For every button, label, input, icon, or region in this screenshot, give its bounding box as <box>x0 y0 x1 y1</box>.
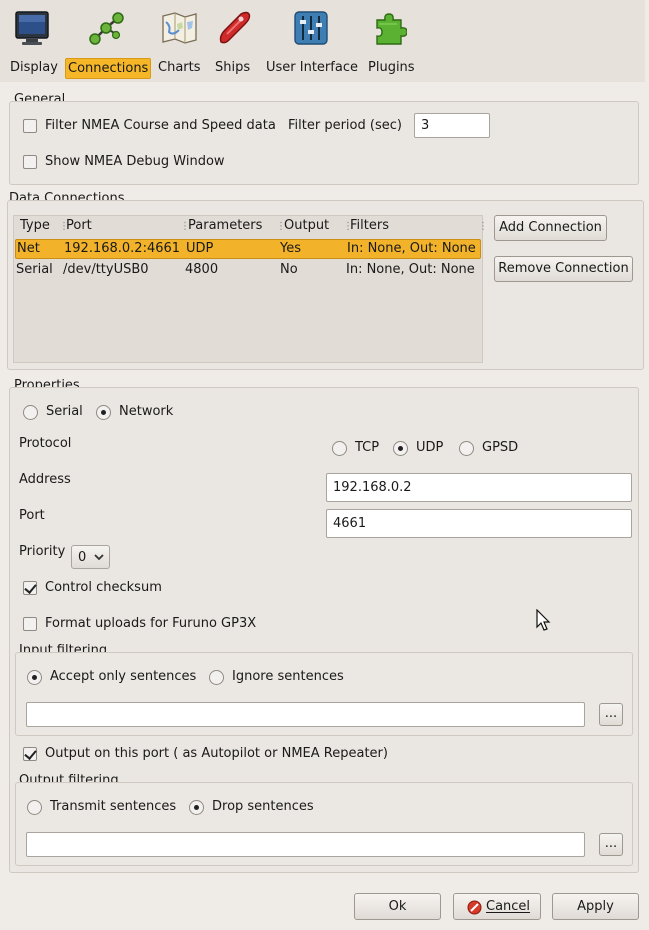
tab-connections[interactable]: Connections <box>65 0 152 82</box>
general-group <box>9 101 639 185</box>
filter-nmea-label: Filter NMEA Course and Speed data <box>45 118 276 133</box>
furuno-checkbox[interactable] <box>23 617 37 631</box>
ignore-sentences-radio[interactable] <box>209 670 224 685</box>
cell-filters: In: None, Out: None <box>346 262 475 277</box>
cell-parameters: 4800 <box>185 262 219 277</box>
tab-label: Ships <box>215 60 251 75</box>
tab-ships[interactable]: Ships <box>213 0 255 82</box>
transmit-sentences-label: Transmit sentences <box>50 799 177 814</box>
tab-label: Display <box>10 60 58 75</box>
priority-label: Priority <box>19 544 66 559</box>
table-row[interactable]: Net 192.168.0.2:4661 UDP Yes In: None, O… <box>15 239 481 259</box>
output-sentences-field[interactable] <box>26 832 585 857</box>
output-on-port-label: Output on this port ( as Autopilot or NM… <box>45 746 388 761</box>
add-connection-button[interactable]: Add Connection <box>494 215 607 241</box>
port-input[interactable] <box>326 509 632 538</box>
drop-sentences-label: Drop sentences <box>212 799 314 814</box>
tab-label: Charts <box>158 60 201 75</box>
cell-type: Net <box>17 241 40 256</box>
column-header-port[interactable]: Port <box>66 218 92 233</box>
protocol-label: Protocol <box>19 436 72 451</box>
cancel-label: Cancel <box>486 899 531 914</box>
filter-period-input[interactable] <box>414 113 490 138</box>
show-debug-label: Show NMEA Debug Window <box>45 154 225 169</box>
protocol-tcp-radio[interactable] <box>332 441 347 456</box>
ignore-sentences-label: Ignore sentences <box>232 669 344 684</box>
column-header-filters[interactable]: Filters <box>350 218 389 233</box>
apply-button[interactable]: Apply <box>552 893 639 920</box>
mode-network-radio[interactable] <box>96 405 111 420</box>
tab-label: User Interface <box>266 60 358 75</box>
puzzle-icon <box>371 10 408 50</box>
show-debug-checkbox[interactable] <box>23 155 37 169</box>
cell-port: 192.168.0.2:4661 <box>64 241 181 256</box>
preferences-toolbar: Display Connections Charts Ships User In… <box>0 0 645 82</box>
drop-sentences-radio[interactable] <box>189 800 204 815</box>
protocol-tcp-label: TCP <box>355 440 380 455</box>
input-sentences-field[interactable] <box>26 702 585 727</box>
protocol-udp-radio[interactable] <box>393 441 408 456</box>
remove-connection-button[interactable]: Remove Connection <box>494 256 633 282</box>
cell-parameters: UDP <box>186 241 214 256</box>
priority-select[interactable]: 0 <box>71 545 110 569</box>
cell-filters: In: None, Out: None <box>347 241 476 256</box>
sliders-icon <box>293 10 329 50</box>
tab-display[interactable]: Display <box>8 0 58 82</box>
ok-button[interactable]: Ok <box>354 893 441 920</box>
accept-sentences-label: Accept only sentences <box>50 669 197 684</box>
cancel-button[interactable]: Cancel <box>453 893 541 920</box>
input-sentences-browse-button[interactable]: ... <box>599 703 623 726</box>
tab-user-interface[interactable]: User Interface <box>264 0 360 82</box>
protocol-gpsd-radio[interactable] <box>459 441 474 456</box>
table-row[interactable]: Serial /dev/ttyUSB0 4800 No In: None, Ou… <box>14 261 482 281</box>
charts-icon <box>159 10 199 50</box>
tab-charts[interactable]: Charts <box>156 0 204 82</box>
output-sentences-browse-button[interactable]: ... <box>599 833 623 856</box>
table-header: Type ⋮ Port ⋮ Parameters ⋮ Output ⋮ Filt… <box>14 216 488 236</box>
cell-output: No <box>280 262 298 277</box>
address-label: Address <box>19 472 71 487</box>
filter-nmea-checkbox[interactable] <box>23 119 37 133</box>
cancel-icon <box>467 899 482 924</box>
mode-network-label: Network <box>119 404 174 419</box>
cell-type: Serial <box>16 262 53 277</box>
cell-output: Yes <box>280 241 301 256</box>
column-header-output[interactable]: Output <box>284 218 329 233</box>
output-on-port-checkbox[interactable] <box>23 747 37 761</box>
mode-serial-label: Serial <box>46 404 83 419</box>
column-separator: ⋮ <box>478 221 488 232</box>
mouse-cursor-icon <box>536 608 552 637</box>
tab-label: Connections <box>65 58 152 79</box>
protocol-gpsd-label: GPSD <box>482 440 519 455</box>
column-header-parameters[interactable]: Parameters <box>188 218 262 233</box>
chevron-down-icon <box>93 551 105 567</box>
control-checksum-checkbox[interactable] <box>23 581 37 595</box>
ship-icon <box>215 10 253 50</box>
tab-plugins[interactable]: Plugins <box>366 0 416 82</box>
mode-serial-radio[interactable] <box>23 405 38 420</box>
connections-table[interactable]: Type ⋮ Port ⋮ Parameters ⋮ Output ⋮ Filt… <box>13 215 488 363</box>
control-checksum-label: Control checksum <box>45 580 162 595</box>
connections-icon <box>88 10 124 50</box>
port-label: Port <box>19 508 45 523</box>
furuno-label: Format uploads for Furuno GP3X <box>45 616 257 631</box>
accept-sentences-radio[interactable] <box>27 670 42 685</box>
monitor-icon <box>14 10 50 50</box>
column-header-type[interactable]: Type <box>20 218 50 233</box>
address-input[interactable] <box>326 473 632 502</box>
cell-port: /dev/ttyUSB0 <box>63 262 149 277</box>
protocol-udp-label: UDP <box>416 440 444 455</box>
tab-label: Plugins <box>368 60 415 75</box>
priority-value: 0 <box>78 550 87 565</box>
filter-period-label: Filter period (sec) <box>288 118 402 133</box>
transmit-sentences-radio[interactable] <box>27 800 42 815</box>
